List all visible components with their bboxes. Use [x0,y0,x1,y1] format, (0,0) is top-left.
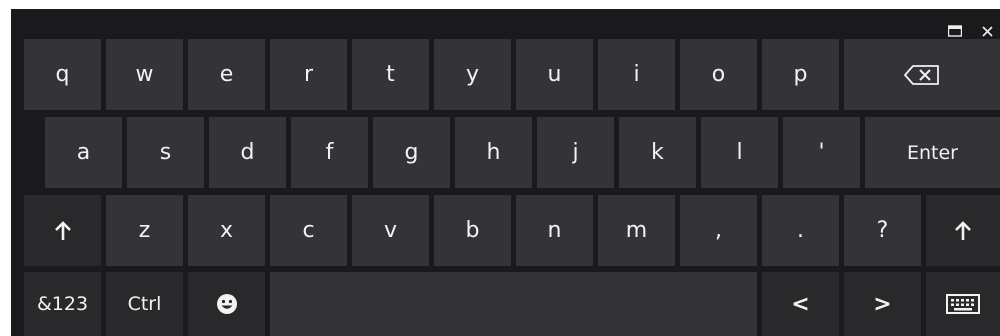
keyboard-layout-key[interactable] [926,272,1000,336]
key-u[interactable]: u [516,39,593,110]
key-label: m [625,218,648,243]
shift-left-key[interactable] [24,195,101,266]
key-label: c [302,218,315,243]
key-question[interactable]: ? [844,195,921,266]
key-label: g [404,140,419,165]
key-label: l [736,140,743,165]
key-s[interactable]: s [127,117,204,188]
key-label: s [159,140,172,165]
key-label: u [547,62,562,87]
key-y[interactable]: y [434,39,511,110]
key-g[interactable]: g [373,117,450,188]
key-label: v [383,218,398,243]
key-label: j [572,140,579,165]
key-label: o [711,62,726,87]
backspace-key[interactable] [844,39,1000,110]
space-key[interactable]: space [270,272,757,336]
key-m[interactable]: m [598,195,675,266]
key-label: > [873,291,892,317]
key-label: k [651,140,664,165]
key-l[interactable]: l [701,117,778,188]
key-label: i [633,62,640,87]
touch-keyboard: q w e r t y u i o p a s d f g h j k l ' … [11,9,1000,336]
key-label: , [715,218,722,243]
key-r[interactable]: r [270,39,347,110]
key-label: t [386,62,395,87]
shift-right-key[interactable] [926,195,1000,266]
key-label: &123 [36,293,89,315]
key-label: w [135,62,154,87]
key-label: Enter [907,141,958,164]
key-label: b [465,218,480,243]
key-label: ? [876,218,889,243]
emoji-key[interactable] [188,272,265,336]
key-label: n [547,218,562,243]
key-comma[interactable]: , [680,195,757,266]
key-label: p [793,62,808,87]
enter-key[interactable]: Enter [865,117,1000,188]
shift-arrow-icon [954,220,972,241]
key-k[interactable]: k [619,117,696,188]
key-label: a [76,140,91,165]
key-w[interactable]: w [106,39,183,110]
symbols-key[interactable]: &123 [24,272,101,336]
key-label: e [219,62,234,87]
key-label: r [303,62,314,87]
keyboard-icon [946,294,980,314]
key-label: d [240,140,255,165]
key-label: y [465,62,480,87]
key-label: Ctrl [127,293,162,315]
key-f[interactable]: f [291,117,368,188]
key-o[interactable]: o [680,39,757,110]
key-x[interactable]: x [188,195,265,266]
key-period[interactable]: . [762,195,839,266]
close-icon[interactable] [979,23,995,39]
key-a[interactable]: a [45,117,122,188]
key-apostrophe[interactable]: ' [783,117,860,188]
key-h[interactable]: h [455,117,532,188]
backspace-icon [903,64,941,86]
key-label: x [219,218,234,243]
key-q[interactable]: q [24,39,101,110]
key-label: h [486,140,501,165]
key-label: q [55,62,70,87]
key-c[interactable]: c [270,195,347,266]
left-arrow-key[interactable]: < [762,272,839,336]
key-z[interactable]: z [106,195,183,266]
key-label: < [791,291,810,317]
minimize-icon[interactable] [947,23,963,39]
key-j[interactable]: j [537,117,614,188]
key-b[interactable]: b [434,195,511,266]
key-label: . [797,218,804,243]
key-label: ' [818,140,825,165]
ctrl-key[interactable]: Ctrl [106,272,183,336]
key-t[interactable]: t [352,39,429,110]
shift-arrow-icon [54,220,72,241]
key-i[interactable]: i [598,39,675,110]
key-n[interactable]: n [516,195,593,266]
key-v[interactable]: v [352,195,429,266]
key-p[interactable]: p [762,39,839,110]
emoji-icon [216,293,238,315]
key-d[interactable]: d [209,117,286,188]
right-arrow-key[interactable]: > [844,272,921,336]
key-e[interactable]: e [188,39,265,110]
key-label: z [138,218,151,243]
key-label: f [325,140,334,165]
